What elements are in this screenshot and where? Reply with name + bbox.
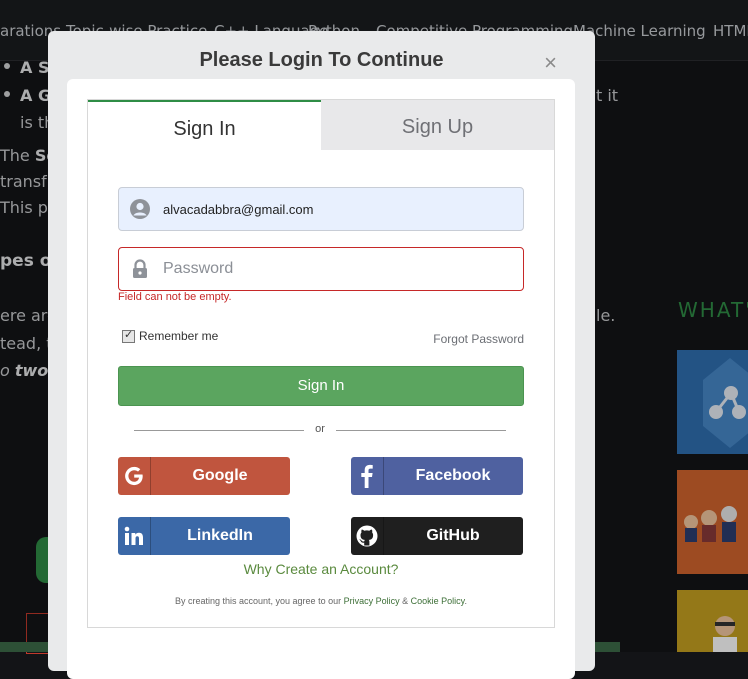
terms-amp: & xyxy=(399,596,411,606)
terms-text: By creating this account, you agree to o… xyxy=(88,596,554,606)
remember-me[interactable]: Remember me xyxy=(122,328,219,343)
password-input[interactable] xyxy=(163,248,513,290)
why-create-account-link[interactable]: Why Create an Account? xyxy=(88,561,554,577)
tab-sign-up[interactable]: Sign Up xyxy=(321,100,554,150)
forgot-password-link[interactable]: Forgot Password xyxy=(433,332,524,346)
terms-prefix: By creating this account, you agree to o… xyxy=(174,596,344,606)
close-icon[interactable]: × xyxy=(544,52,557,74)
github-icon xyxy=(351,517,384,555)
facebook-login-button[interactable]: Facebook xyxy=(351,457,523,495)
or-label: or xyxy=(306,423,334,435)
google-label: Google xyxy=(192,467,248,484)
auth-card: Sign In Sign Up Field can not be empty xyxy=(87,99,555,628)
google-login-button[interactable]: Google xyxy=(118,457,290,495)
github-label: GitHub xyxy=(426,527,480,544)
user-icon xyxy=(130,199,150,219)
terms-suffix: . xyxy=(464,596,467,606)
google-icon xyxy=(118,457,151,495)
lock-icon xyxy=(133,259,147,278)
modal-title: Please Login To Continue xyxy=(199,49,444,71)
divider-line xyxy=(134,430,304,431)
email-input[interactable] xyxy=(163,188,513,230)
github-login-button[interactable]: GitHub xyxy=(351,517,523,555)
or-divider: or xyxy=(134,423,506,435)
facebook-icon xyxy=(351,457,384,495)
login-modal: Please Login To Continue × Sign In Sign … xyxy=(48,31,595,679)
linkedin-label: LinkedIn xyxy=(187,527,253,544)
remember-checkbox[interactable] xyxy=(122,328,135,343)
tab-sign-in[interactable]: Sign In xyxy=(88,100,321,152)
divider-line xyxy=(336,430,506,431)
email-field[interactable] xyxy=(118,187,524,231)
linkedin-login-button[interactable]: LinkedIn xyxy=(118,517,290,555)
remember-label: Remember me xyxy=(139,329,219,343)
facebook-label: Facebook xyxy=(415,467,491,484)
password-error: Field can not be empty. xyxy=(118,291,232,303)
linkedin-icon xyxy=(118,517,151,555)
sign-in-button[interactable]: Sign In xyxy=(118,366,524,406)
password-field[interactable] xyxy=(118,247,524,291)
cookie-policy-link[interactable]: Cookie Policy xyxy=(411,596,465,606)
privacy-policy-link[interactable]: Privacy Policy xyxy=(344,596,400,606)
login-panel: Sign In Sign Up Field can not be empty xyxy=(67,79,575,679)
